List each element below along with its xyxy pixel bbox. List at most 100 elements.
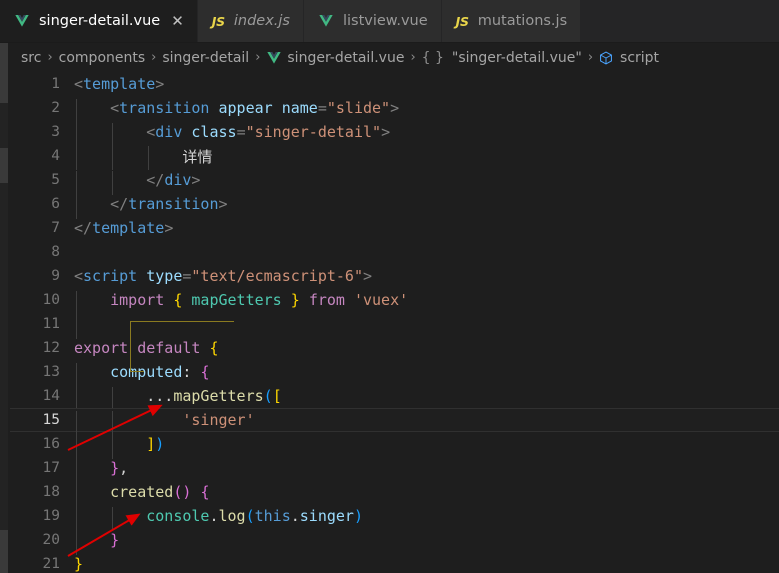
code-text: <script type="text/ecmascript-6"> [74,267,373,285]
tab-label: index.js [233,13,290,29]
line-number: 12 [42,340,60,356]
breadcrumb-separator: › [255,50,261,65]
code-rows: 1 <template> 2 <transition appear name="… [10,72,779,573]
code-text: import { mapGetters } from 'vuex' [74,291,779,315]
code-line[interactable]: 5 </div> [10,168,779,195]
split-scrollbar-track[interactable] [0,43,8,573]
tab-label: mutations.js [477,13,568,29]
breadcrumb-item-src[interactable]: src [21,50,41,66]
breadcrumb-item-symbol-object[interactable]: { } "singer-detail.vue" [422,50,582,66]
vue-icon [15,15,29,27]
tab-mutations-js[interactable]: JS mutations.js [441,0,582,42]
code-text [74,315,779,339]
line-number: 19 [42,508,60,524]
code-line[interactable]: 16 ]) [10,432,779,459]
js-icon: JS [455,13,469,29]
code-text: </template> [74,219,174,237]
line-number: 1 [51,76,60,92]
line-number: 9 [51,268,60,284]
code-line[interactable]: 19 console.log(this.singer) [10,504,779,531]
code-text: <div class="singer-detail"> [74,123,779,147]
tab-label: singer-detail.vue [39,13,161,29]
line-number: 18 [42,484,60,500]
code-line[interactable]: 8 [10,240,779,264]
code-line[interactable]: 11 [10,312,779,339]
bracket-match-bottom [130,371,144,372]
scrollbar-thumb-top[interactable] [0,43,8,103]
code-line[interactable]: 17 }, [10,456,779,483]
bracket-match-top [130,321,234,322]
breadcrumb-label: singer-detail.vue [287,49,405,66]
code-text: }, [74,459,779,483]
code-line[interactable]: 21 } [10,552,779,573]
editor-left-edge [0,43,10,573]
vue-icon [267,51,282,64]
code-line[interactable]: 14 ...mapGetters([ [10,384,779,411]
breadcrumb-item-components[interactable]: components [59,50,146,66]
code-line-current[interactable]: 15 'singer' [10,408,779,435]
code-text: <template> [74,75,165,93]
code-line[interactable]: 1 <template> [10,72,779,96]
line-number: 7 [51,220,60,236]
vscode-window: singer-detail.vue ✕ JS index.js listview… [0,0,779,573]
js-icon: JS [211,13,225,29]
breadcrumb-item-singer-detail-vue[interactable]: singer-detail.vue [266,50,404,66]
line-number: 15 [42,412,60,428]
breadcrumb-label: "singer-detail.vue" [451,49,582,66]
close-icon[interactable]: ✕ [171,13,184,29]
bracket-match-left [130,321,131,371]
line-number: 11 [42,316,60,332]
code-line[interactable]: 13 computed: { [10,360,779,387]
editor-tab-bar: singer-detail.vue ✕ JS index.js listview… [0,0,779,43]
line-number: 4 [51,148,60,164]
code-text: ...mapGetters([ [74,387,779,411]
breadcrumb-item-singer-detail[interactable]: singer-detail [162,50,249,66]
line-number: 17 [42,460,60,476]
scrollbar-thumb-bottom[interactable] [0,530,8,573]
line-number: 8 [51,244,60,260]
scrollbar-thumb-mid[interactable] [0,148,8,183]
breadcrumb-separator: › [47,50,53,65]
code-text: 'singer' [74,411,779,435]
code-line[interactable]: 9 <script type="text/ecmascript-6"> [10,264,779,288]
code-line[interactable]: 6 </transition> [10,192,779,219]
line-number: 13 [42,364,60,380]
line-number: 21 [42,556,60,572]
line-number: 10 [42,292,60,308]
tab-index-js[interactable]: JS index.js [197,0,304,42]
line-number: 2 [51,100,60,116]
breadcrumb-item-symbol-script[interactable]: script [599,50,659,66]
code-line[interactable]: 2 <transition appear name="slide"> [10,96,779,123]
tab-listview-vue[interactable]: listview.vue [303,0,442,42]
code-line[interactable]: 4 详情 [10,144,779,170]
code-text: </transition> [74,195,779,219]
tab-label: listview.vue [342,13,428,29]
braces-icon: { } [421,49,444,66]
line-number: 20 [42,532,60,548]
line-number: 3 [51,124,60,140]
breadcrumb-label: script [620,49,660,66]
code-text: computed: { [74,363,779,387]
code-editor[interactable]: 1 <template> 2 <transition appear name="… [10,72,779,573]
code-text: export default { [74,339,219,357]
code-line[interactable]: 3 <div class="singer-detail"> [10,120,779,147]
code-text: console.log(this.singer) [74,507,779,531]
tab-bar-empty-area [581,0,779,42]
code-line[interactable]: 18 created() { [10,480,779,507]
line-number: 14 [42,388,60,404]
code-text: </div> [74,171,779,195]
breadcrumb: src › components › singer-detail › singe… [10,43,779,72]
code-text: } [74,531,779,555]
code-line[interactable]: 10 import { mapGetters } from 'vuex' [10,288,779,315]
code-line[interactable]: 7 </template> [10,216,779,240]
code-text: ]) [74,435,779,459]
code-text: } [74,555,84,573]
line-number: 6 [51,196,60,212]
code-line[interactable]: 20 } [10,528,779,555]
code-text: 详情 [74,145,779,170]
line-number: 16 [42,436,60,452]
breadcrumb-separator: › [410,50,416,65]
code-line[interactable]: 12 export default { [10,336,779,360]
tab-singer-detail-vue[interactable]: singer-detail.vue ✕ [0,0,198,42]
